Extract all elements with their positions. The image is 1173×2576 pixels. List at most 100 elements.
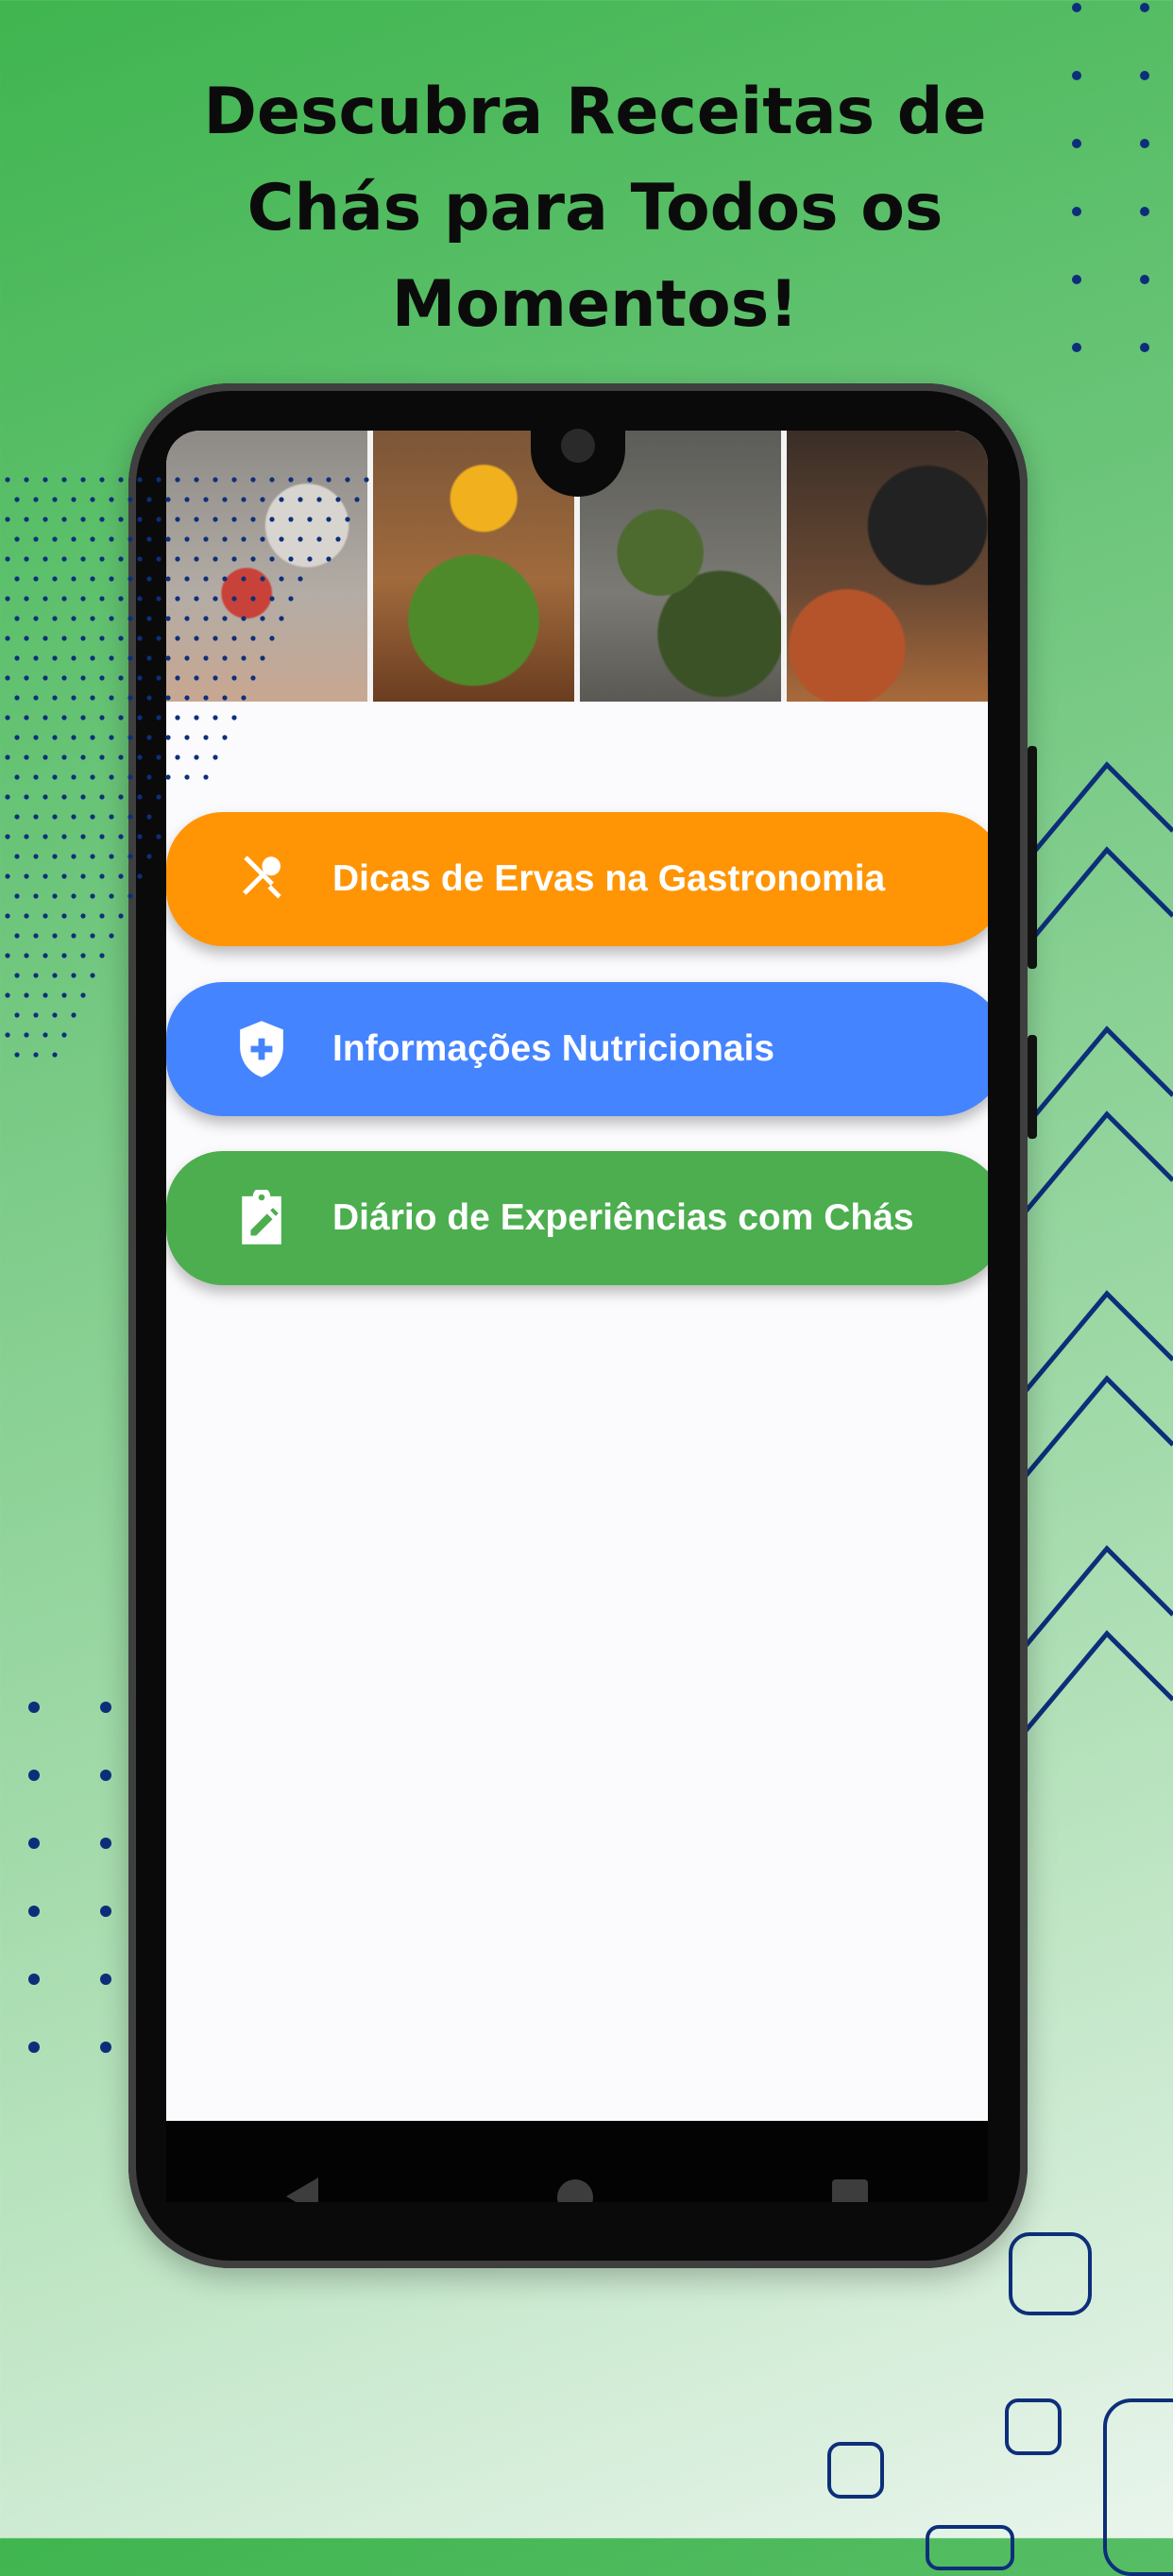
halftone-dot: [33, 576, 39, 582]
halftone-dot: [184, 536, 190, 542]
halftone-dot: [61, 517, 67, 522]
halftone-dot: [14, 695, 20, 701]
halftone-dot: [80, 477, 86, 483]
halftone-dot: [71, 576, 76, 582]
halftone-dot: [231, 517, 237, 522]
halftone-dot: [222, 616, 228, 621]
halftone-dot: [194, 675, 199, 681]
halftone-dot: [146, 536, 152, 542]
halftone-dot: [52, 576, 58, 582]
halftone-dot: [231, 715, 237, 720]
halftone-dot: [156, 477, 162, 483]
halftone-dot: [42, 556, 48, 562]
halftone-dot: [90, 497, 95, 502]
halftone-dot: [5, 1032, 10, 1038]
halftone-dot: [137, 517, 143, 522]
halftone-dot: [99, 675, 105, 681]
halftone-dot: [260, 497, 265, 502]
halftone-dot: [222, 497, 228, 502]
halftone-dot: [203, 774, 209, 780]
halftone-dot: [307, 477, 313, 483]
halftone-dot: [212, 556, 218, 562]
tea-diary-button[interactable]: Diário de Experiências com Chás: [166, 1151, 988, 1285]
halftone-dot: [137, 636, 143, 641]
halftone-dot: [241, 695, 246, 701]
halftone-dot: [137, 873, 143, 879]
android-nav-bar: [166, 2121, 988, 2202]
headline: Descubra Receitas de Chás para Todos os …: [170, 64, 1020, 353]
halftone-dot: [212, 477, 218, 483]
halftone-dot: [42, 675, 48, 681]
decor-chevrons: [1020, 761, 1173, 1737]
halftone-dot: [146, 655, 152, 661]
halftone-dot: [109, 735, 114, 740]
halftone-dot: [5, 754, 10, 760]
halftone-dot: [90, 616, 95, 621]
halftone-dot: [212, 754, 218, 760]
halftone-dot: [80, 913, 86, 919]
halftone-dot: [52, 973, 58, 978]
halftone-dot: [137, 477, 143, 483]
recents-icon[interactable]: [832, 2179, 869, 2202]
halftone-dot: [128, 497, 133, 502]
halftone-dot: [269, 556, 275, 562]
halftone-dot: [99, 873, 105, 879]
halftone-dot: [5, 794, 10, 800]
headline-line-1: Descubra Receitas de: [203, 75, 987, 149]
halftone-dot: [137, 675, 143, 681]
halftone-dot: [33, 1052, 39, 1058]
halftone-dot: [231, 477, 237, 483]
halftone-dot: [42, 873, 48, 879]
halftone-dot: [90, 774, 95, 780]
halftone-dot: [109, 774, 114, 780]
halftone-dot: [128, 616, 133, 621]
halftone-dot: [118, 794, 124, 800]
halftone-dot: [99, 834, 105, 839]
halftone-dot: [99, 477, 105, 483]
halftone-dot: [90, 973, 95, 978]
halftone-dot: [222, 655, 228, 661]
halftone-dot: [80, 596, 86, 602]
halftone-dot: [33, 973, 39, 978]
halftone-dot: [118, 873, 124, 879]
halftone-dot: [71, 774, 76, 780]
halftone-dot: [156, 636, 162, 641]
halftone-dot: [184, 616, 190, 621]
halftone-dot: [80, 675, 86, 681]
halftone-dot: [24, 834, 29, 839]
halftone-dot: [80, 834, 86, 839]
halftone-dot: [175, 636, 180, 641]
back-icon[interactable]: [285, 2178, 318, 2202]
halftone-dot: [90, 536, 95, 542]
halftone-dot: [184, 695, 190, 701]
halftone-dot: [42, 953, 48, 958]
halftone-dot: [165, 695, 171, 701]
halftone-dot: [42, 517, 48, 522]
halftone-dot: [165, 497, 171, 502]
tea-varieties-photo: [787, 431, 988, 702]
halftone-dot: [118, 517, 124, 522]
halftone-dot: [90, 695, 95, 701]
halftone-dot: [52, 893, 58, 899]
halftone-dot: [250, 596, 256, 602]
decor-dots-left: [28, 1702, 111, 2053]
halftone-dot: [128, 655, 133, 661]
halftone-dot: [231, 556, 237, 562]
halftone-dot: [146, 695, 152, 701]
menu-label: Dicas de Ervas na Gastronomia: [332, 858, 886, 899]
halftone-dot: [80, 992, 86, 998]
halftone-dot: [165, 536, 171, 542]
halftone-dot: [203, 695, 209, 701]
halftone-dot: [14, 536, 20, 542]
halftone-dot: [146, 774, 152, 780]
halftone-dot: [5, 834, 10, 839]
halftone-dot: [354, 497, 360, 502]
halftone-dot: [80, 754, 86, 760]
halftone-dot: [52, 854, 58, 859]
halftone-dot: [24, 1032, 29, 1038]
halftone-dot: [52, 655, 58, 661]
halftone-dot: [222, 735, 228, 740]
home-icon[interactable]: [556, 2179, 593, 2202]
halftone-dot: [42, 636, 48, 641]
halftone-dot: [33, 735, 39, 740]
